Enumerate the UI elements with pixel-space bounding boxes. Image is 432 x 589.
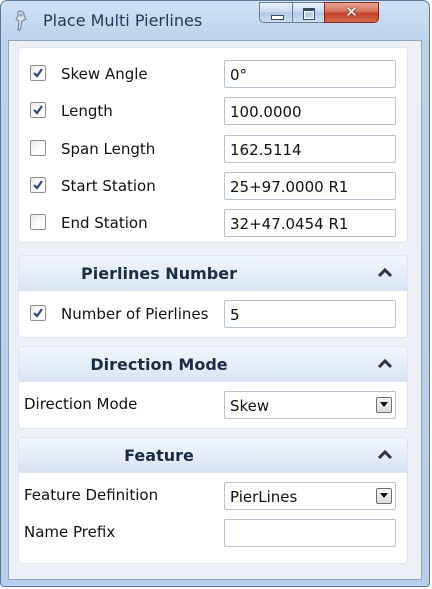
- feature-definition-row: Feature Definition PierLines: [19, 482, 407, 510]
- end-station-row: End Station 32+47.0454 R1: [19, 209, 407, 237]
- checkmark-icon: [33, 105, 43, 115]
- direction-mode-title: Direction Mode: [90, 355, 228, 374]
- name-prefix-field[interactable]: [224, 519, 396, 547]
- skew-angle-checkbox[interactable]: [30, 65, 46, 81]
- feature-panel: Feature Definition PierLines Name Prefix: [18, 472, 408, 564]
- span-length-label: Span Length: [61, 140, 156, 158]
- skew-angle-row: Skew Angle 0°: [19, 60, 407, 88]
- direction-mode-panel: Direction Mode Skew: [18, 381, 408, 429]
- start-station-field[interactable]: 25+97.0000 R1: [224, 172, 396, 200]
- title-bar[interactable]: Place Multi Pierlines ✕: [1, 1, 429, 39]
- span-length-checkbox[interactable]: [30, 140, 46, 156]
- length-checkbox[interactable]: [30, 102, 46, 118]
- chevron-up-icon[interactable]: [377, 447, 393, 461]
- length-label: Length: [61, 102, 113, 120]
- end-station-field[interactable]: 32+47.0454 R1: [224, 209, 396, 237]
- number-of-pierlines-field[interactable]: 5: [224, 300, 396, 328]
- close-icon: ✕: [345, 3, 358, 21]
- number-of-pierlines-row: Number of Pierlines 5: [19, 300, 407, 328]
- direction-mode-header[interactable]: Direction Mode: [18, 346, 408, 382]
- feature-title: Feature: [124, 446, 194, 465]
- caption-buttons: ✕: [259, 2, 419, 25]
- chevron-up-icon[interactable]: [377, 265, 393, 279]
- direction-mode-label: Direction Mode: [24, 395, 138, 413]
- number-of-pierlines-label: Number of Pierlines: [61, 305, 209, 323]
- skew-angle-label: Skew Angle: [61, 65, 148, 83]
- direction-mode-row: Direction Mode Skew: [19, 391, 407, 419]
- chevron-down-icon[interactable]: [376, 488, 392, 504]
- checkmark-icon: [33, 68, 43, 78]
- checkmark-icon: [33, 180, 43, 190]
- name-prefix-label: Name Prefix: [24, 523, 116, 541]
- span-length-row: Span Length 162.5114: [19, 135, 407, 163]
- pierlines-number-panel: Number of Pierlines 5: [18, 290, 408, 338]
- chevron-up-icon[interactable]: [377, 356, 393, 370]
- minimize-icon: [271, 15, 284, 20]
- feature-definition-label: Feature Definition: [24, 486, 159, 504]
- number-of-pierlines-checkbox[interactable]: [30, 305, 46, 321]
- feature-definition-dropdown[interactable]: PierLines: [224, 482, 396, 510]
- direction-mode-dropdown[interactable]: Skew: [224, 391, 396, 419]
- start-station-row: Start Station 25+97.0000 R1: [19, 172, 407, 200]
- feature-header[interactable]: Feature: [18, 437, 408, 473]
- pierlines-number-title: Pierlines Number: [81, 264, 237, 283]
- length-row: Length 100.0000: [19, 97, 407, 125]
- start-station-label: Start Station: [61, 177, 156, 195]
- dialog-content: Skew Angle 0° Length 100.0000 Span Lengt…: [8, 40, 422, 580]
- pierlines-number-header[interactable]: Pierlines Number: [18, 255, 408, 291]
- name-prefix-row: Name Prefix: [19, 519, 407, 547]
- length-field[interactable]: 100.0000: [224, 97, 396, 125]
- start-station-checkbox[interactable]: [30, 177, 46, 193]
- direction-mode-value: Skew: [230, 397, 270, 415]
- checkmark-icon: [33, 308, 43, 318]
- end-station-label: End Station: [61, 214, 148, 232]
- skew-angle-field[interactable]: 0°: [224, 60, 396, 88]
- pin-tool-icon: [11, 10, 31, 32]
- parameters-panel: Skew Angle 0° Length 100.0000 Span Lengt…: [18, 47, 408, 243]
- close-button[interactable]: ✕: [324, 2, 379, 23]
- feature-definition-value: PierLines: [230, 488, 298, 506]
- chevron-down-icon[interactable]: [376, 397, 392, 413]
- maximize-icon: [303, 8, 315, 20]
- maximize-button[interactable]: [292, 2, 325, 23]
- minimize-button[interactable]: [259, 2, 293, 23]
- span-length-field[interactable]: 162.5114: [224, 135, 396, 163]
- dialog-window: Place Multi Pierlines ✕ Skew Angle 0° Le…: [0, 0, 430, 587]
- end-station-checkbox[interactable]: [30, 214, 46, 230]
- window-title: Place Multi Pierlines: [43, 11, 203, 30]
